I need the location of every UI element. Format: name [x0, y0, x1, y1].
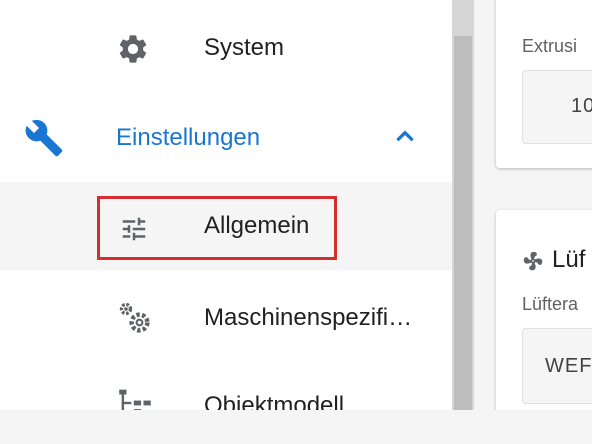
fan-icon: [523, 251, 543, 271]
tree-structure-icon: [119, 389, 151, 410]
sidebar: System Einstellungen Allgemein Maschinen…: [0, 0, 452, 410]
fan-select-value: WEF: [545, 355, 592, 377]
wrench-icon: [25, 119, 63, 157]
fan-card-title: Lüf: [552, 246, 586, 273]
extrusion-input[interactable]: 10: [522, 70, 592, 144]
scrollbar-thumb[interactable]: [454, 36, 472, 410]
sidebar-item-label: System: [204, 34, 285, 61]
sidebar-item-label: Allgemein: [204, 212, 310, 239]
sidebar-item-label: Objektmodell: [204, 392, 345, 410]
fan-select[interactable]: WEF: [522, 328, 592, 404]
fan-card: Lüf Lüftera WEF: [496, 210, 592, 410]
sidebar-item-machine-specific[interactable]: Maschinenspezifi…: [0, 270, 452, 358]
gears-icon: [119, 302, 150, 333]
extrusion-input-value: 10: [571, 95, 592, 117]
sidebar-item-general[interactable]: Allgemein: [0, 182, 452, 270]
main-content: Extrusi 10 Lüf Lüftera WEF: [474, 0, 592, 410]
fan-field-label: Lüftera: [522, 294, 579, 314]
bottom-strip: [0, 410, 592, 444]
gear-icon: [119, 35, 147, 63]
sidebar-item-label: Einstellungen: [116, 124, 261, 151]
chevron-up-icon[interactable]: [392, 124, 418, 150]
sidebar-item-settings[interactable]: Einstellungen: [0, 92, 452, 180]
sidebar-item-system[interactable]: System: [0, 4, 452, 92]
tune-sliders-icon: [122, 217, 146, 241]
sidebar-item-object-model[interactable]: Objektmodell: [0, 358, 452, 410]
sidebar-item-label: Maschinenspezifi…: [204, 304, 413, 331]
extrusion-field-label: Extrusi: [522, 36, 578, 56]
extrusion-card: Extrusi 10: [496, 0, 592, 168]
